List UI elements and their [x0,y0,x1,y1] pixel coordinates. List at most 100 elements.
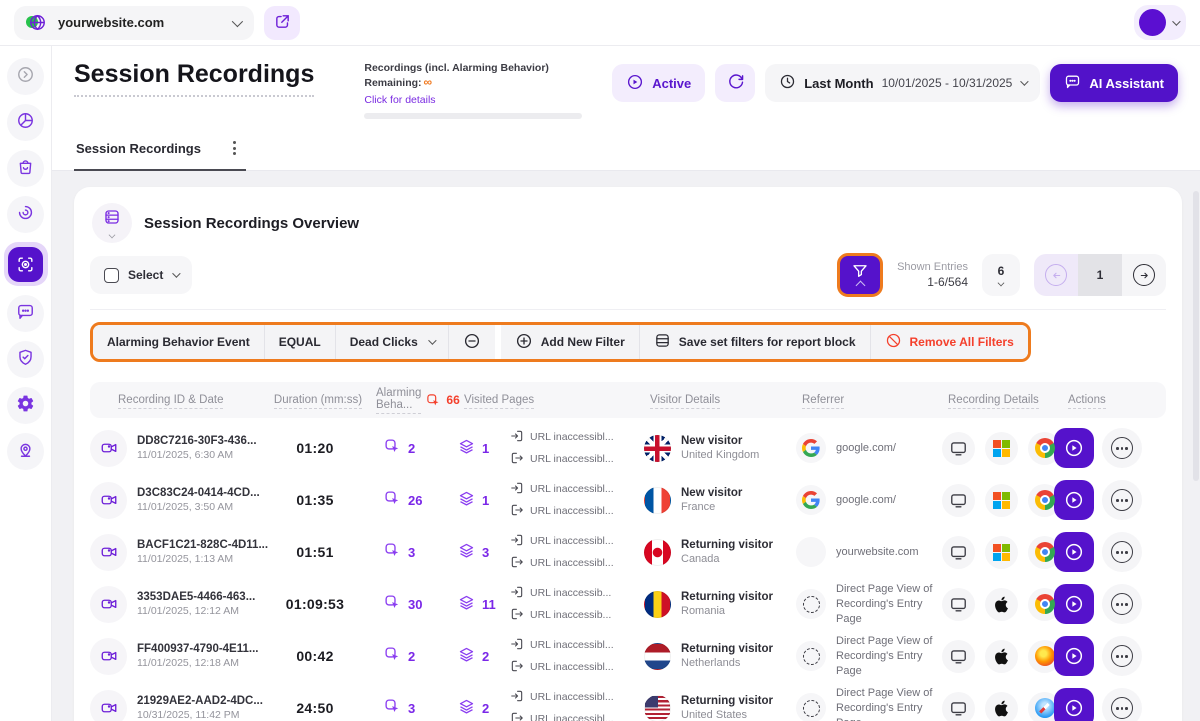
layers-icon [458,698,475,718]
exit-page[interactable]: URL inaccessibl... [510,451,614,468]
filter-value-dropdown[interactable]: Dead Clicks [336,325,449,359]
more-actions-button[interactable] [1102,636,1142,676]
sidebar-item-collapse[interactable] [7,58,44,95]
entry-page[interactable]: URL inaccessibl... [510,533,614,550]
more-actions-button[interactable] [1102,532,1142,572]
alarming-count: 3 [370,542,458,562]
entry-page[interactable]: URL inaccessibl... [510,689,614,706]
layers-icon [458,646,475,666]
chevron-down-icon [428,337,436,345]
external-link-icon [274,13,291,33]
click-for-details-link[interactable]: Click for details [364,94,435,106]
sidebar-item-security[interactable] [7,341,44,378]
more-actions-button[interactable] [1102,480,1142,520]
ai-assistant-button[interactable]: AI Assistant [1050,64,1178,102]
website-selector[interactable]: yourwebsite.com [14,6,254,40]
duration-value: 01:51 [260,544,370,560]
table-row[interactable]: DD8C7216-30F3-436... 11/01/2025, 6:30 AM… [90,422,1166,474]
duration-value: 24:50 [260,700,370,716]
exit-page[interactable]: URL inaccessibl... [510,711,614,721]
play-recording-button[interactable] [1054,532,1094,572]
play-recording-button[interactable] [1054,584,1094,624]
remove-filter-button[interactable] [449,325,495,359]
exit-page[interactable]: URL inaccessib... [510,607,611,624]
entry-page[interactable]: URL inaccessibl... [510,429,614,446]
entry-page[interactable]: URL inaccessibl... [510,637,614,654]
page-exit-icon [510,555,524,572]
more-actions-button[interactable] [1102,428,1142,468]
active-status-button[interactable]: Active [612,64,705,102]
scrollbar[interactable] [1193,191,1199,481]
avatar [1139,9,1166,36]
select-dropdown[interactable]: Select [90,256,192,294]
current-page[interactable]: 1 [1078,254,1122,296]
referrer-text: Direct Page View of Recording's Entry Pa… [836,582,942,627]
sidebar-item-journeys[interactable] [7,433,44,470]
gb-flag-icon [644,435,671,462]
page-title: Session Recordings [74,60,314,97]
play-recording-button[interactable] [1054,688,1094,721]
page-enter-icon [510,637,524,654]
remove-all-filters-button[interactable]: Remove All Filters [871,325,1028,359]
filters-toggle-button[interactable] [837,253,883,297]
filter-operator[interactable]: EQUAL [265,325,336,359]
block-icon [885,332,902,352]
date-range-picker[interactable]: Last Month 10/01/2025 - 10/31/2025 [765,64,1040,102]
page-enter-icon [510,533,524,550]
filter-field[interactable]: Alarming Behavior Event [93,325,265,359]
alarming-count: 3 [370,698,458,718]
sidebar-item-session-recordings[interactable] [4,242,48,286]
recording-id: D3C83C24-0414-4CD... [137,487,260,499]
sidebar-item-settings[interactable] [7,387,44,424]
save-report-icon [654,332,671,352]
pie-chart-icon [16,111,35,135]
clock-icon [779,73,796,93]
exit-page[interactable]: URL inaccessibl... [510,659,614,676]
layers-icon [458,594,475,614]
more-actions-button[interactable] [1102,584,1142,624]
refresh-button[interactable] [715,64,755,102]
user-menu[interactable] [1134,5,1186,40]
open-website-button[interactable] [264,6,300,40]
save-filters-button[interactable]: Save set filters for report block [640,325,871,359]
per-page-selector[interactable]: 6 [982,254,1020,296]
exit-page[interactable]: URL inaccessibl... [510,555,614,572]
recording-id: FF400937-4790-4E11... [137,643,258,655]
apple-icon [985,640,1018,673]
us-flag-icon [644,695,671,721]
sidebar-item-conversions[interactable] [7,150,44,187]
table-row[interactable]: FF400937-4790-4E11... 11/01/2025, 12:18 … [90,630,1166,682]
report-block-button[interactable] [92,203,132,243]
entry-page[interactable]: URL inaccessib... [510,585,611,602]
col-alarming: Alarming Beha... 66 [370,387,458,414]
prev-page-button[interactable] [1034,254,1078,296]
pages-count: 2 [458,698,500,718]
more-actions-button[interactable] [1102,688,1142,721]
shown-entries: Shown Entries 1-6/564 [897,260,968,290]
entry-page[interactable]: URL inaccessibl... [510,481,614,498]
table-row[interactable]: BACF1C21-828C-4D11... 11/01/2025, 1:13 A… [90,526,1166,578]
add-new-filter-button[interactable]: Add New Filter [501,325,640,359]
table-row[interactable]: 21929AE2-AAD2-4DC... 10/31/2025, 11:42 P… [90,682,1166,721]
table-row[interactable]: D3C83C24-0414-4CD... 11/01/2025, 3:50 AM… [90,474,1166,526]
dead-click-icon [384,542,401,562]
play-recording-button[interactable] [1054,428,1094,468]
desktop-icon [942,692,975,721]
page-exit-icon [510,659,524,676]
alarming-count: 26 [370,490,458,510]
next-page-button[interactable] [1122,254,1166,296]
tab-menu-kebab-icon[interactable] [227,139,242,157]
sidebar-item-feedback[interactable] [7,295,44,332]
exit-page[interactable]: URL inaccessibl... [510,503,614,520]
sidebar-item-dashboard[interactable] [7,104,44,141]
tab-session-recordings[interactable]: Session Recordings [74,133,246,171]
table-row[interactable]: 3353DAE5-4466-463... 11/01/2025, 12:12 A… [90,578,1166,630]
google-referrer-icon [796,485,826,515]
arrow-right-icon [1133,264,1155,286]
select-checkbox[interactable] [104,268,119,283]
play-recording-button[interactable] [1054,480,1094,520]
sidebar-item-heatmaps[interactable] [7,196,44,233]
chevron-down-icon [998,280,1005,287]
play-recording-button[interactable] [1054,636,1094,676]
blank-referrer-icon [796,537,826,567]
